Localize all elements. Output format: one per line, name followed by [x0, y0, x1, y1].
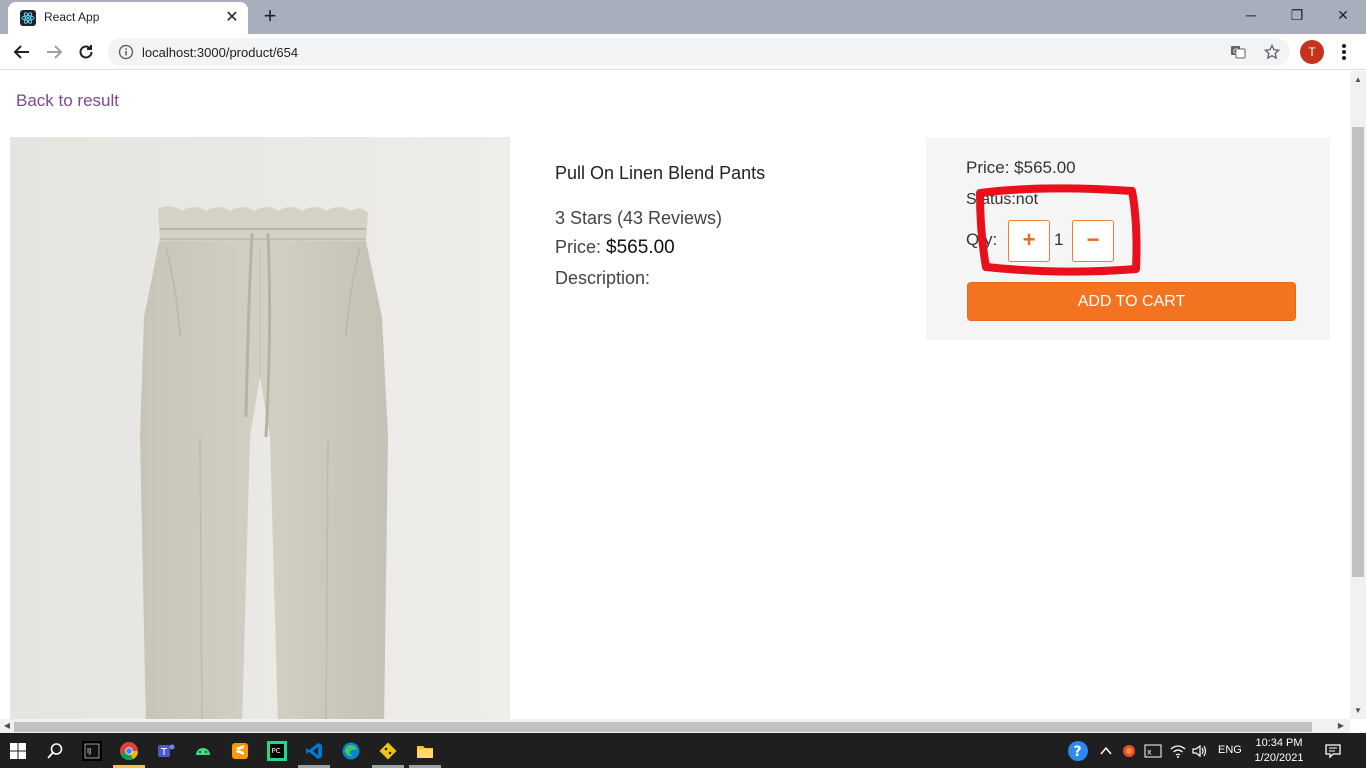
- help-icon[interactable]: ?: [1066, 739, 1090, 763]
- profile-avatar[interactable]: T: [1300, 40, 1324, 64]
- qty-increase-button[interactable]: +: [1008, 220, 1050, 262]
- browser-tab[interactable]: React App ✕: [8, 2, 248, 34]
- clock-date: 1/20/2021: [1254, 752, 1304, 764]
- more-menu-icon[interactable]: [1334, 40, 1354, 64]
- svg-text:?: ?: [1074, 744, 1082, 760]
- teams-icon[interactable]: T: [154, 739, 178, 763]
- edge-icon[interactable]: [339, 739, 363, 763]
- svg-text:PC: PC: [272, 747, 281, 755]
- buy-box: Price: $565.00 Status:not Qty: + 1 − ADD…: [926, 138, 1330, 340]
- windows-taskbar: IJ T PC ? x ENG 10:34 PM 1/20/2021: [0, 733, 1366, 768]
- scroll-right-arrow-icon[interactable]: ▶: [1334, 719, 1348, 733]
- product-description-label: Description:: [555, 268, 651, 288]
- back-to-result-link[interactable]: Back to result: [16, 91, 119, 111]
- close-window-icon[interactable]: ✕: [1320, 0, 1366, 30]
- buy-box-status: Status:not: [966, 191, 1039, 208]
- back-arrow-icon[interactable]: [8, 38, 36, 66]
- scroll-up-arrow-icon[interactable]: ▲: [1351, 73, 1365, 87]
- chevron-up-icon[interactable]: [1094, 739, 1118, 763]
- restore-icon[interactable]: ❐: [1274, 0, 1320, 30]
- tab-close-icon[interactable]: ✕: [222, 8, 242, 28]
- browser-toolbar: localhost:3000/product/654 G T: [0, 34, 1366, 70]
- tab-title: React App: [44, 10, 100, 24]
- horizontal-scroll-thumb[interactable]: [14, 722, 1312, 732]
- price-value: $565.00: [606, 237, 675, 258]
- reload-icon[interactable]: [72, 38, 100, 66]
- android-studio-icon[interactable]: [191, 739, 215, 763]
- product-image: [10, 137, 510, 719]
- search-icon[interactable]: [43, 739, 67, 763]
- qty-value: 1: [1054, 230, 1064, 249]
- volume-icon[interactable]: [1188, 739, 1212, 763]
- start-icon[interactable]: [6, 739, 30, 763]
- product-rating: 3 Stars (43 Reviews): [555, 208, 723, 228]
- add-to-cart-button[interactable]: ADD TO CART: [967, 282, 1296, 321]
- system-clock[interactable]: 10:34 PM 1/20/2021: [1248, 736, 1310, 766]
- notifications-icon[interactable]: [1321, 739, 1345, 763]
- tray-app-icon[interactable]: [1117, 739, 1141, 763]
- chrome-icon[interactable]: [117, 739, 141, 763]
- input-method-icon[interactable]: x: [1141, 739, 1165, 763]
- buy-box-price: Price: $565.00: [966, 158, 1076, 177]
- scroll-down-arrow-icon[interactable]: ▼: [1351, 704, 1365, 718]
- react-icon: [20, 10, 36, 26]
- qty-label: Qty:: [966, 230, 998, 249]
- bookmark-star-icon[interactable]: [1264, 44, 1280, 60]
- svg-text:x: x: [1147, 748, 1152, 757]
- new-tab-icon[interactable]: +: [258, 5, 282, 29]
- qty-decrease-button[interactable]: −: [1072, 220, 1114, 262]
- translate-icon[interactable]: G: [1230, 44, 1246, 60]
- svg-text:G: G: [1233, 48, 1238, 56]
- info-icon[interactable]: [118, 44, 134, 60]
- product-info: Pull On Linen Blend Pants 3 Stars (43 Re…: [555, 163, 895, 289]
- clock-time: 10:34 PM: [1255, 737, 1303, 749]
- language-indicator[interactable]: ENG: [1218, 744, 1242, 756]
- product-price: Price: $565.00: [555, 237, 895, 259]
- minimize-icon[interactable]: ─: [1228, 0, 1274, 30]
- forward-arrow-icon[interactable]: [40, 38, 68, 66]
- intellij-icon[interactable]: IJ: [80, 739, 104, 763]
- sublime-icon[interactable]: [228, 739, 252, 763]
- vscode-icon[interactable]: [302, 739, 326, 763]
- file-explorer-icon[interactable]: [413, 739, 437, 763]
- svg-text:T: T: [160, 747, 168, 758]
- git-icon[interactable]: [376, 739, 400, 763]
- address-bar[interactable]: localhost:3000/product/654 G: [108, 38, 1290, 66]
- url-text: localhost:3000/product/654: [142, 45, 299, 60]
- price-label: Price:: [555, 237, 602, 257]
- product-name: Pull On Linen Blend Pants: [555, 163, 766, 183]
- pants-illustration: [10, 137, 510, 719]
- scroll-left-arrow-icon[interactable]: ◀: [0, 719, 14, 733]
- page-viewport: Back to result Pull On Linen Blend Pants…: [0, 71, 1350, 719]
- vertical-scroll-thumb[interactable]: [1352, 127, 1364, 577]
- browser-tab-bar: React App ✕ + ─ ❐ ✕: [0, 0, 1366, 34]
- wifi-icon[interactable]: [1166, 739, 1190, 763]
- svg-text:IJ: IJ: [87, 747, 91, 755]
- pycharm-icon[interactable]: PC: [265, 739, 289, 763]
